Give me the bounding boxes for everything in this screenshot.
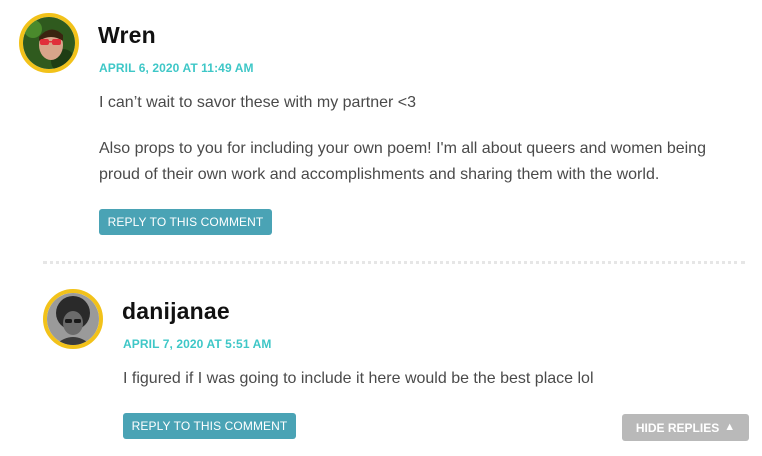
hide-replies-button[interactable]: Hide Replies ▲: [622, 414, 749, 441]
comment-author[interactable]: Wren: [98, 22, 156, 49]
comment-text: I can’t wait to savor these with my part…: [99, 94, 417, 111]
avatar-danijanae-image: [47, 293, 99, 345]
avatar-danijanae[interactable]: [43, 289, 103, 349]
reply-button[interactable]: Reply to this comment: [123, 413, 296, 439]
caret-up-icon: ▲: [724, 421, 736, 433]
comment-author[interactable]: danijanae: [122, 298, 230, 325]
hide-replies-label: Hide Replies: [635, 420, 720, 435]
comment-date[interactable]: April 6, 2020 at 11:49 AM: [99, 61, 254, 75]
comment-date[interactable]: April 7, 2020 at 5:51 AM: [123, 337, 271, 351]
reply-button[interactable]: Reply to this comment: [99, 209, 272, 235]
comment-text: Also props to you for including your own…: [99, 140, 706, 183]
avatar-wren[interactable]: [19, 13, 79, 73]
avatar-wren-image: [23, 17, 75, 69]
comment-divider: [43, 261, 745, 264]
comment-text: I figured if I was going to include it h…: [123, 370, 594, 387]
